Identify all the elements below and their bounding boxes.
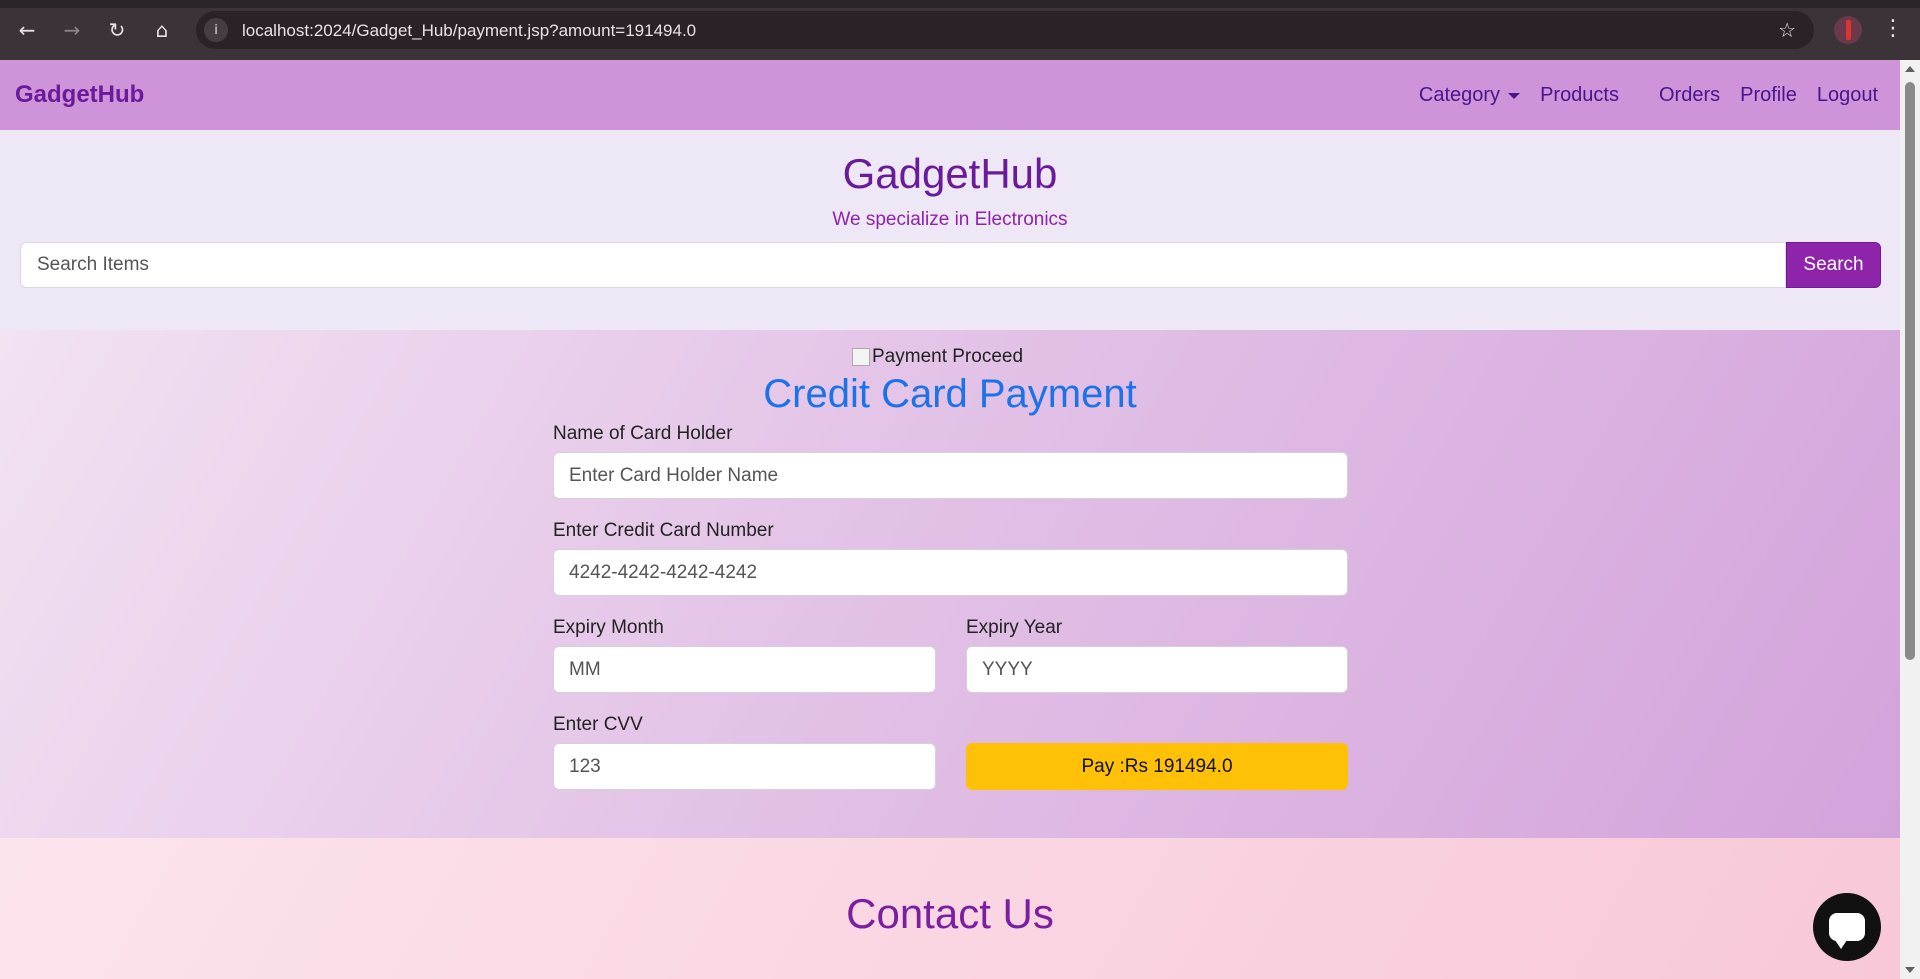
navbar: GadgetHub Category Products Orders Profi… [0, 60, 1900, 130]
nav-profile[interactable]: Profile [1730, 84, 1807, 107]
payment-section: Payment Proceed Credit Card Payment Name… [0, 330, 1900, 838]
nav-logout[interactable]: Logout [1807, 84, 1888, 107]
card-holder-label: Name of Card Holder [553, 423, 733, 444]
scroll-up-arrow-icon[interactable] [1905, 66, 1915, 72]
expiry-month-input[interactable] [554, 647, 935, 692]
browser-menu-icon[interactable]: ⋮ [1878, 16, 1908, 44]
nav-products[interactable]: Products [1530, 84, 1629, 107]
hero-title: GadgetHub [842, 150, 1058, 197]
expiry-year-label: Expiry Year [966, 617, 1063, 638]
expiry-month-label: Expiry Month [553, 617, 664, 638]
card-number-label: Enter Credit Card Number [553, 520, 774, 541]
expiry-year-input[interactable] [967, 647, 1347, 692]
caret-down-icon [1508, 92, 1521, 99]
expiry-month-field [553, 646, 936, 693]
payment-image-alt: Payment Proceed [872, 346, 1024, 367]
card-number-field [553, 549, 1348, 596]
contact-section: Contact Us [0, 838, 1900, 979]
url-text[interactable]: localhost:2024/Gadget_Hub/payment.jsp?am… [242, 21, 696, 41]
hero-subtitle: We specialize in Electronics [832, 209, 1068, 230]
navbar-brand[interactable]: GadgetHub [15, 81, 144, 109]
cvv-label: Enter CVV [553, 714, 643, 735]
reload-icon[interactable]: ↻ [101, 14, 133, 46]
payment-title: Credit Card Payment [763, 372, 1137, 416]
expiry-year-field [966, 646, 1348, 693]
tab-strip [0, 0, 1920, 8]
scrollbar-thumb[interactable] [1905, 82, 1915, 660]
address-bar[interactable]: i localhost:2024/Gadget_Hub/payment.jsp?… [196, 11, 1814, 49]
cvv-input[interactable] [554, 744, 935, 789]
site-info-icon[interactable]: i [204, 18, 228, 42]
nav-orders[interactable]: Orders [1649, 84, 1730, 107]
browser-toolbar: ← → ↻ ⌂ i localhost:2024/Gadget_Hub/paym… [0, 0, 1920, 60]
card-number-input[interactable] [554, 550, 1347, 595]
hero-section: GadgetHub We specialize in Electronics S… [0, 130, 1900, 330]
cvv-field [553, 743, 936, 790]
bookmark-star-icon[interactable]: ☆ [1778, 18, 1796, 42]
nav-category-label: Category [1418, 84, 1501, 106]
search-field [20, 242, 1786, 288]
broken-image-icon [852, 348, 870, 366]
contact-title: Contact Us [846, 890, 1054, 937]
page-scrollbar[interactable] [1900, 60, 1920, 979]
back-icon[interactable]: ← [11, 14, 43, 46]
home-icon[interactable]: ⌂ [146, 14, 178, 46]
card-holder-input[interactable] [554, 453, 1347, 498]
payment-image: Payment Proceed [852, 346, 1023, 368]
nav-links: Category Products Orders Profile Logout [1409, 84, 1888, 107]
chat-bubble-icon [1829, 913, 1865, 949]
profile-avatar[interactable] [1834, 16, 1862, 44]
nav-category-dropdown[interactable]: Category [1409, 84, 1530, 107]
page-content: GadgetHub Category Products Orders Profi… [0, 60, 1900, 979]
scroll-down-arrow-icon[interactable] [1905, 967, 1915, 973]
card-holder-field [553, 452, 1348, 499]
pay-button[interactable]: Pay :Rs 191494.0 [966, 743, 1348, 790]
forward-icon[interactable]: → [56, 14, 88, 46]
search-button[interactable]: Search [1786, 242, 1881, 288]
chat-button[interactable] [1813, 893, 1881, 961]
search-input[interactable] [21, 243, 1785, 287]
